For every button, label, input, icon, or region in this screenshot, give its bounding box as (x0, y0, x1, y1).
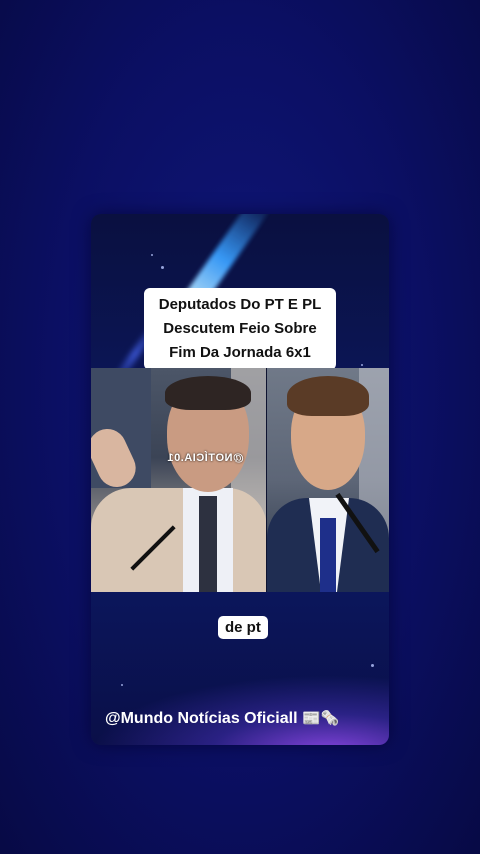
screen: { "headline": { "line1": "Deputados Do P… (0, 0, 480, 854)
news-photo: @NOTÍCIA.01 (91, 368, 389, 592)
headline-line-1: Deputados Do PT E PL (158, 296, 322, 313)
subtitle-caption: de pt (218, 616, 268, 639)
channel-handle-text: @Mundo Notícias Oficiall (105, 710, 298, 727)
left-speaker-tie (199, 496, 217, 592)
left-speaker-hair (165, 376, 251, 410)
headline-line-3: Fim Da Jornada 6x1 (169, 344, 311, 361)
right-speaker-photo (267, 368, 389, 592)
headline-line-2: Descutem Feio Sobre (163, 320, 317, 337)
video-card[interactable]: Deputados Do PT E PL Descutem Feio Sobre… (91, 214, 389, 745)
sparkle (121, 684, 123, 686)
channel-handle[interactable]: @Mundo Notícias Oficiall 📰🗞️ (105, 709, 339, 728)
left-speaker-jacket (91, 488, 267, 592)
sparkle (361, 364, 363, 366)
headline-box: Deputados Do PT E PL Descutem Feio Sobre… (144, 288, 336, 370)
sparkle (151, 254, 153, 256)
left-speaker-photo: @NOTÍCIA.01 (91, 368, 267, 592)
newspaper-icon: 📰🗞️ (301, 709, 340, 727)
sparkle (371, 664, 374, 667)
watermark-text: @NOTÍCIA.01 (167, 452, 244, 464)
right-speaker-hair (287, 376, 369, 416)
sparkle (161, 266, 164, 269)
right-speaker-tie (320, 518, 336, 592)
